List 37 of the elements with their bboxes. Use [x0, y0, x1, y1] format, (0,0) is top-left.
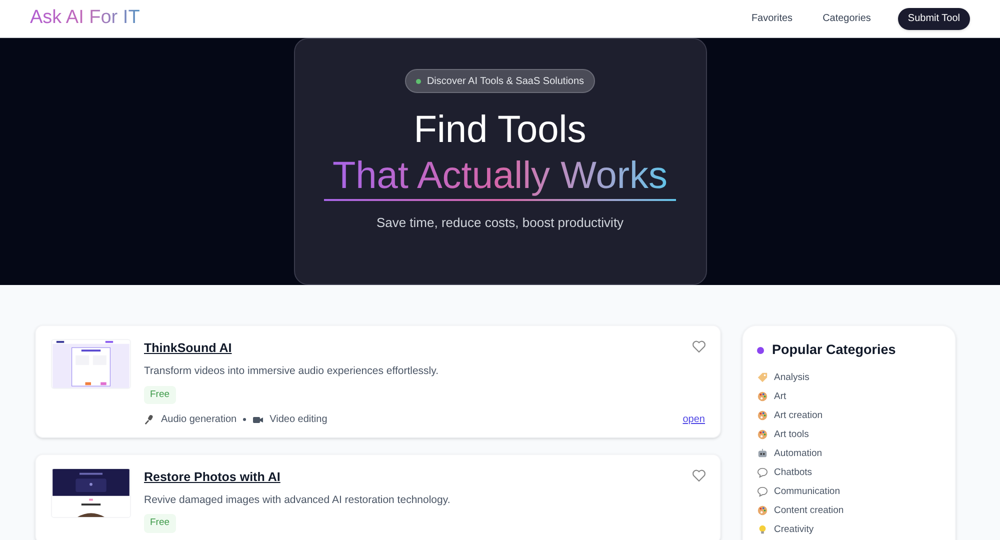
palette-icon: [757, 391, 768, 402]
category-link[interactable]: Analysis: [774, 370, 810, 385]
tool-description: Transform videos into immersive audio experiences effortlessly.: [144, 364, 439, 379]
pricing-badge: Free: [144, 514, 176, 532]
tool-title-link[interactable]: ThinkSound AI: [144, 339, 232, 358]
tag-label: Audio generation: [161, 412, 237, 427]
category-link[interactable]: Art tools: [774, 428, 809, 442]
hero-subtitle: Save time, reduce costs, boost productivity: [376, 214, 624, 232]
category-link[interactable]: Art: [774, 390, 786, 404]
pricing-badge: Free: [144, 386, 176, 404]
tag-icon: [757, 372, 768, 384]
panel-title: Popular Categories: [772, 341, 896, 359]
palette-icon: [757, 505, 768, 516]
robot-icon: [757, 448, 768, 460]
category-link[interactable]: Content creation: [774, 504, 844, 518]
microphone-icon: [144, 414, 155, 425]
category-link[interactable]: Art creation: [774, 408, 823, 423]
category-link[interactable]: Creativity: [774, 522, 814, 537]
submit-tool-button[interactable]: Submit Tool: [898, 8, 970, 30]
tag-label: Video editing: [270, 412, 328, 427]
palette-icon: [757, 429, 768, 440]
lightbulb-icon: [757, 524, 768, 536]
speech-bubble-icon: [757, 467, 768, 478]
category-link[interactable]: Chatbots: [774, 466, 812, 480]
tool-description: Revive damaged images with advanced AI restoration technology.: [144, 492, 450, 508]
category-link[interactable]: Automation: [774, 446, 822, 461]
heart-icon[interactable]: [692, 340, 706, 353]
category-link[interactable]: Communication: [774, 484, 840, 499]
hero-title: Find Tools: [414, 108, 586, 153]
nav-link[interactable]: Categories: [812, 11, 882, 26]
speech-bubble-icon: [757, 486, 768, 498]
palette-icon: [757, 410, 768, 422]
nav-link[interactable]: Favorites: [740, 11, 804, 26]
open-link[interactable]: open: [682, 412, 705, 427]
heart-icon[interactable]: [692, 468, 706, 482]
badge-text: Discover AI Tools & SaaS Solutions: [426, 74, 584, 88]
tool-title-link[interactable]: Restore Photos with AI: [144, 468, 280, 486]
